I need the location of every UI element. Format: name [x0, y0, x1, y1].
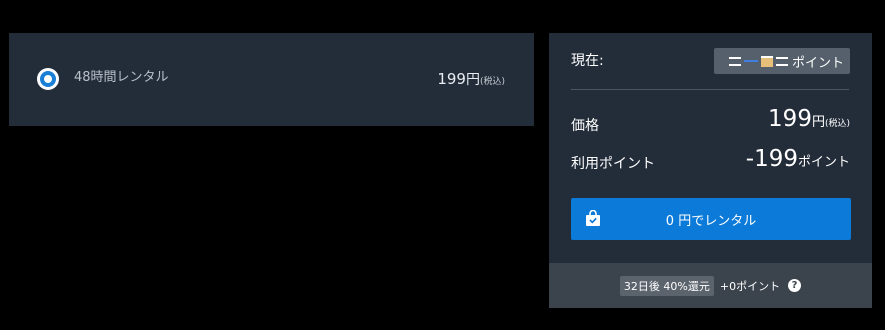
radio-dot [44, 75, 52, 83]
points-used-label: 利用ポイント [571, 156, 655, 172]
rent-button[interactable]: 0 円でレンタル [571, 198, 851, 240]
summary-divider [571, 89, 849, 90]
mask-line-left [728, 56, 741, 66]
points-used-value-group: -199ポイント [746, 145, 850, 173]
current-points-label: 現在: [571, 53, 604, 69]
points-used-unit: ポイント [797, 155, 850, 170]
rental-radio-selected-icon[interactable] [37, 68, 59, 90]
price-label: 価格 [571, 118, 599, 134]
help-icon[interactable]: ? [788, 279, 802, 292]
rental-option-price: 199円(税込) [437, 69, 505, 92]
price-value: 199 [768, 106, 812, 132]
rental-price-value: 199 [437, 70, 466, 88]
rental-price-currency: 円 [465, 72, 480, 88]
masked-points-value [728, 55, 788, 67]
current-points-box: ポイント [714, 48, 850, 74]
rental-option-label: 48時間レンタル [74, 70, 169, 85]
bonus-points-text: +0ポイント [719, 279, 781, 293]
rental-option-card[interactable]: 48時間レンタル 199円(税込) [9, 33, 534, 126]
shopping-bag-icon [586, 210, 600, 226]
points-used-value: -199 [745, 146, 798, 172]
mask-chip [760, 55, 773, 67]
rent-button-label: 0 円でレンタル [665, 213, 757, 229]
cashback-footer: 32日後 40%還元 +0ポイント ? [549, 263, 872, 308]
mask-line-right [775, 56, 788, 66]
price-value-group: 199円(税込) [768, 105, 850, 133]
current-points-unit: ポイント [791, 55, 844, 71]
price-tax-note: (税込) [824, 119, 850, 129]
purchase-summary-panel: 現在: ポイント 価格 199円(税込) 利用ポイント -199ポイント 0 円… [549, 33, 872, 308]
price-currency: 円 [811, 115, 825, 130]
rental-price-tax-note: (税込) [479, 77, 505, 87]
mask-bar [743, 60, 758, 62]
cashback-badge: 32日後 40%還元 [619, 275, 714, 296]
